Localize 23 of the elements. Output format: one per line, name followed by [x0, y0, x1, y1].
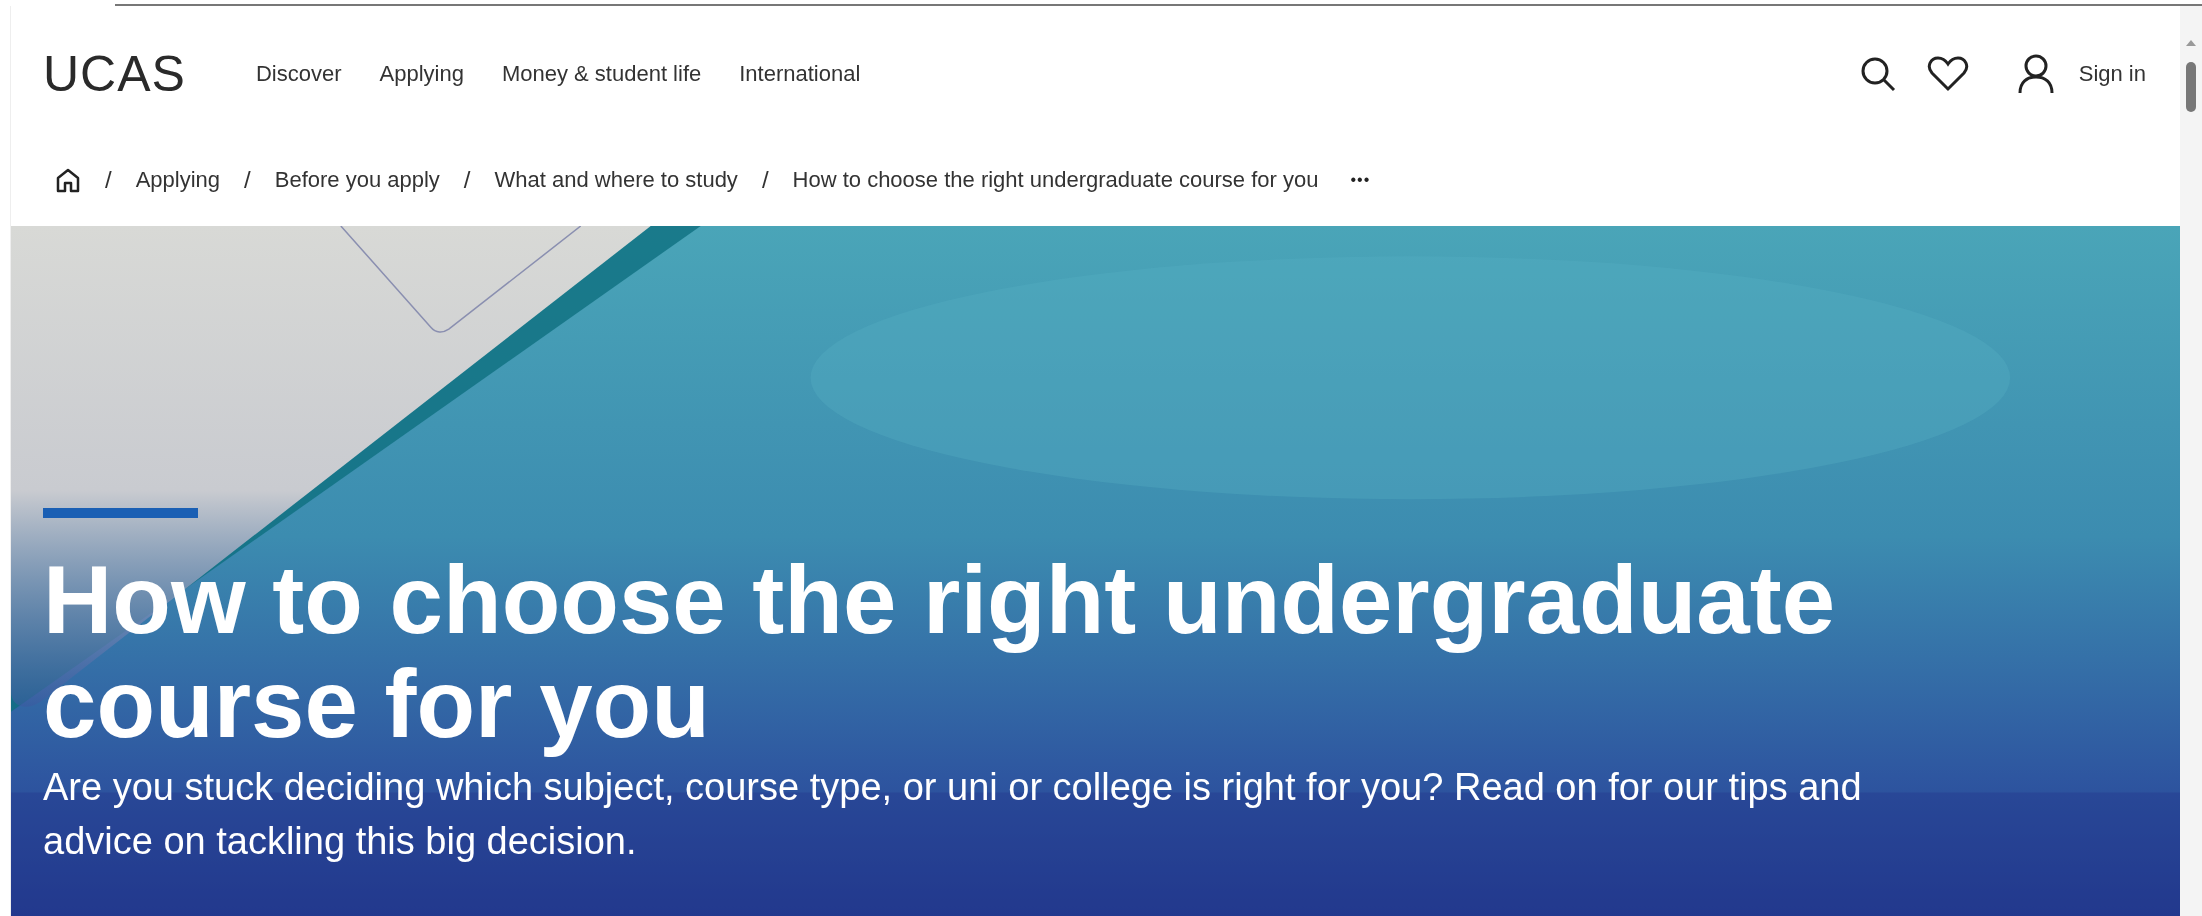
page-title: How to choose the right undergraduate course for you: [43, 548, 1837, 756]
sign-in-link[interactable]: Sign in: [2078, 61, 2146, 87]
breadcrumb-link[interactable]: What and where to study: [494, 167, 738, 193]
nav-link[interactable]: Applying: [379, 61, 464, 87]
home-icon[interactable]: [55, 167, 81, 193]
breadcrumb-link[interactable]: Before you apply: [274, 167, 440, 193]
breadcrumb-link[interactable]: Applying: [135, 167, 221, 193]
breadcrumb-link[interactable]: How to choose the right undergraduate course for you: [792, 167, 1319, 193]
scroll-thumb[interactable]: [2186, 62, 2196, 112]
nav-link[interactable]: Discover: [255, 61, 342, 87]
user-icon[interactable]: [2016, 54, 2055, 94]
scrollbar[interactable]: [2180, 6, 2202, 916]
logo[interactable]: UCAS: [43, 45, 186, 103]
heart-icon[interactable]: [1926, 56, 1969, 92]
intro-text: Are you stuck deciding which subject, course type, or uni or college is right for you? Read on for our tips and advice on tackling this big decision.: [43, 765, 1863, 864]
breadcrumb-separator: /: [463, 166, 471, 194]
more-button[interactable]: •••: [1342, 171, 1379, 189]
breadcrumb-separator: /: [105, 166, 112, 194]
breadcrumb-separator: /: [244, 166, 251, 194]
breadcrumb-separator: /: [761, 166, 769, 194]
nav-link[interactable]: Money & student life: [501, 61, 702, 87]
scroll-up-icon[interactable]: [2186, 40, 2196, 46]
nav-link[interactable]: International: [739, 61, 861, 87]
